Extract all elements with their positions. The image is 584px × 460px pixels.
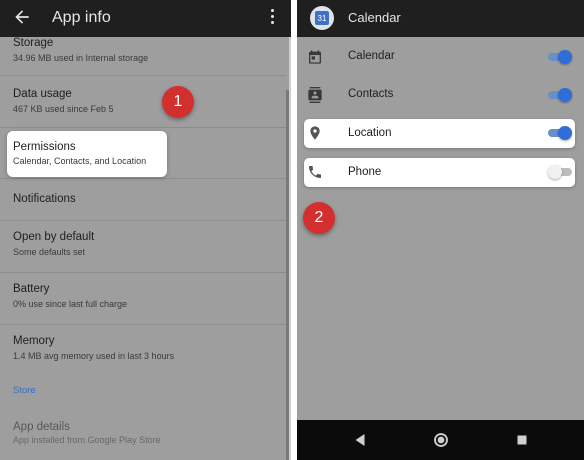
nav-back-icon[interactable] [351, 431, 369, 449]
section-header-store: Store [13, 385, 36, 396]
list-item-data-usage[interactable]: Data usage 467 KB used since Feb 5 [0, 76, 286, 128]
list-item-title: Memory [13, 335, 55, 347]
list-item-subtitle: 1.4 MB avg memory used in last 3 hours [13, 351, 175, 361]
permission-row-phone[interactable]: Phone [304, 158, 575, 187]
system-nav-bar [297, 420, 584, 460]
list-item-title: Data usage [13, 88, 72, 100]
calendar-app-icon-date: 31 [315, 11, 329, 25]
calendar-app-icon: 31 [310, 6, 334, 30]
step-badge-1: 1 [162, 86, 194, 118]
list-item-subtitle: 0% use since last full charge [13, 299, 128, 309]
list-item-battery[interactable]: Battery 0% use since last full charge [0, 273, 286, 325]
list-item-subtitle: Calendar, Contacts, and Location [13, 156, 147, 166]
contacts-toggle[interactable] [548, 88, 572, 102]
list-item-memory[interactable]: Memory 1.4 MB avg memory used in last 3 … [0, 325, 286, 377]
permission-label: Phone [348, 166, 382, 178]
calendar-toggle[interactable] [548, 50, 572, 64]
nav-home-icon[interactable] [432, 431, 450, 449]
phone-icon [309, 166, 321, 178]
settings-list: Storage 34.96 MB used in Internal storag… [0, 37, 291, 460]
list-item-title: Storage [13, 37, 54, 49]
step-badge-2: 2 [303, 202, 335, 234]
list-item-subtitle: App installed from Google Play Store [13, 435, 161, 445]
permission-label: Contacts [348, 88, 394, 100]
list-item-title: Notifications [13, 193, 76, 205]
phone-toggle[interactable] [548, 165, 572, 179]
permission-row-contacts[interactable]: Contacts [297, 76, 584, 114]
list-item-subtitle: 34.96 MB used in Internal storage [13, 53, 149, 63]
list-item-title: Battery [13, 283, 50, 295]
permission-label: Location [348, 127, 392, 139]
app-bar: 31 Calendar [297, 0, 584, 37]
app-info-screen: App info Storage 34.96 MB used in Intern… [0, 0, 291, 460]
panel-divider [289, 37, 291, 460]
list-item-permissions[interactable]: Permissions Calendar, Contacts, and Loca… [7, 131, 167, 177]
permission-label: Calendar [348, 50, 395, 62]
contacts-icon [308, 87, 322, 103]
list-item-open-by-default[interactable]: Open by default Some defaults set [0, 221, 286, 273]
list-item-title: App details [13, 421, 70, 433]
list-item-subtitle: 467 KB used since Feb 5 [13, 104, 114, 114]
nav-recents-icon[interactable] [513, 431, 531, 449]
list-item-subtitle: Some defaults set [13, 247, 86, 257]
list-item-storage[interactable]: Storage 34.96 MB used in Internal storag… [0, 0, 286, 76]
list-item-title: Permissions [13, 141, 76, 153]
location-toggle[interactable] [548, 126, 572, 140]
page-title: Calendar [348, 10, 401, 25]
permission-row-calendar[interactable]: Calendar [297, 38, 584, 76]
calendar-icon [309, 50, 321, 64]
list-item-title: Open by default [13, 231, 95, 243]
list-item-app-details[interactable]: App details App installed from Google Pl… [0, 413, 286, 460]
app-permissions-screen: 31 Calendar Calendar Contacts Location P… [297, 0, 584, 460]
permission-row-location[interactable]: Location [304, 119, 575, 148]
list-item-notifications[interactable]: Notifications [0, 179, 286, 221]
location-pin-icon [310, 126, 320, 140]
